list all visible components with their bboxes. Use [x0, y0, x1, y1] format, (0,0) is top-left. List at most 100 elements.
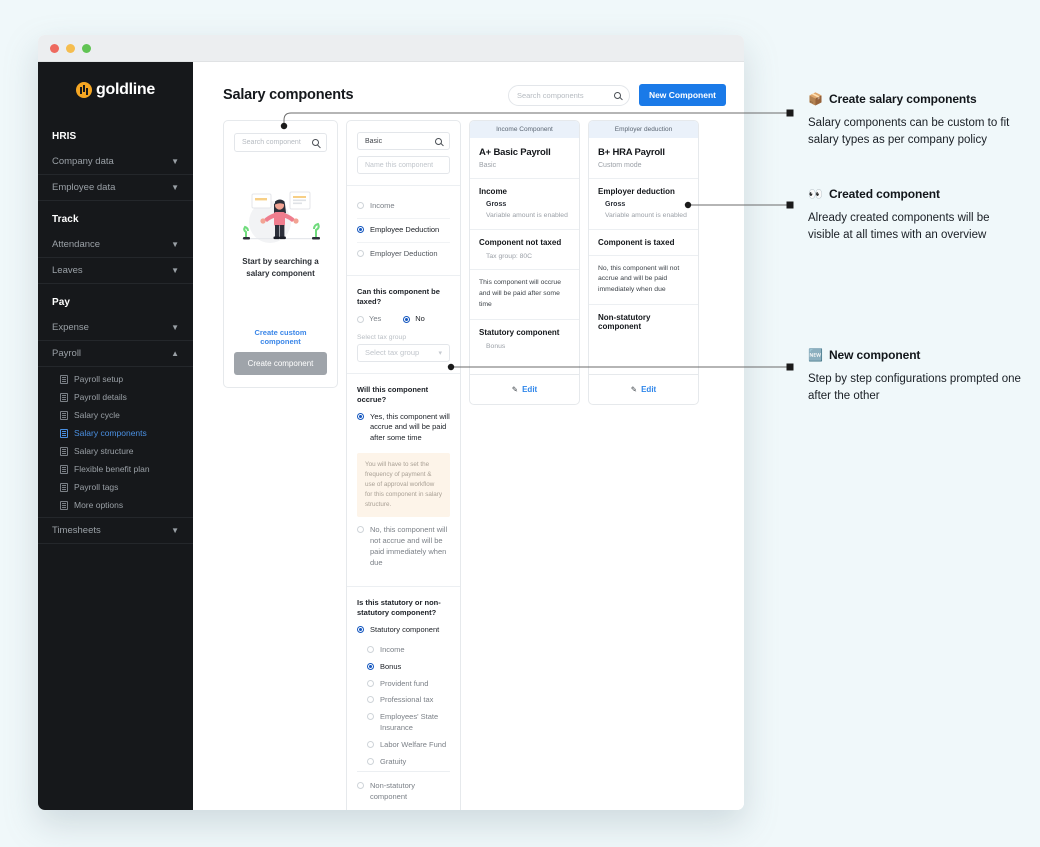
connector-square-3 [786, 363, 794, 371]
close-window-button[interactable] [50, 43, 59, 53]
radio-label: Non-statutory component [370, 780, 416, 801]
radio-icon [367, 645, 374, 653]
document-icon [60, 482, 68, 492]
maximize-window-button[interactable] [82, 43, 91, 53]
radio-icon [367, 696, 374, 704]
chevron-up-icon: ▲ [171, 349, 179, 358]
radio-icon [357, 249, 364, 257]
radio-label: Labor Welfare Fund [380, 740, 447, 750]
search-icon [312, 139, 319, 146]
search-components-input[interactable]: Search components [507, 84, 630, 106]
radio-statutory-component[interactable]: Statutory component [357, 625, 450, 642]
sidebar-item-attendance[interactable]: Attendance ▼ [38, 232, 193, 258]
tax-group-label: Select tax group [357, 333, 407, 341]
sidebar-item-expense[interactable]: Expense ▼ [38, 315, 193, 341]
accrue-question-label: Will this component occrue? [357, 384, 429, 405]
radio-tax-yes[interactable]: Yes [357, 314, 381, 325]
annotation-header: 📦 Create salary components [808, 92, 1023, 106]
radio-label: No, this component will not accrue and w… [370, 525, 448, 568]
radio-statutory-professional-tax[interactable]: Professional tax [367, 692, 450, 709]
chevron-down-icon: ▼ [171, 266, 179, 275]
radio-statutory-income[interactable]: Income [367, 642, 450, 659]
new-badge-icon: 🆕 [808, 348, 823, 362]
sidebar-item-salary-components[interactable]: Salary components [38, 424, 193, 442]
screenshot-root: goldline HRIS Company data ▼ Employee da… [0, 0, 1040, 847]
statutory-section: Statutory component Bonus [470, 320, 579, 360]
annotation-body: Salary components can be custom to fit s… [808, 117, 1010, 147]
sidebar-item-leaves[interactable]: Leaves ▼ [38, 258, 193, 284]
radio-statutory-provident-fund[interactable]: Provident fund [367, 676, 450, 693]
brand-logo[interactable]: goldline [38, 62, 193, 118]
deduction-section: Employer deduction Gross Variable amount… [589, 179, 698, 230]
section-text: No, this component will not accrue and w… [598, 264, 680, 294]
section-heading: Employer deduction [598, 187, 675, 196]
radio-statutory-labor-welfare-fund[interactable]: Labor Welfare Fund [367, 737, 450, 754]
sidebar-item-label: Flexible benefit plan [74, 464, 150, 474]
annotation-title: New component [828, 348, 921, 362]
sidebar-item-label: Company data [52, 156, 114, 167]
sidebar-item-payroll-setup[interactable]: Payroll setup [38, 370, 193, 388]
radio-label: Statutory component [370, 624, 440, 634]
minimize-window-button[interactable] [66, 43, 75, 53]
new-component-button[interactable]: New Component [638, 84, 726, 106]
components-card-row: Search component Start by searching a sa… [223, 120, 699, 810]
annotation-title: Created component [828, 187, 940, 201]
edit-income-component-button[interactable]: ✎ Edit [470, 374, 579, 404]
radio-income[interactable]: Income [357, 195, 450, 218]
create-component-button-disabled[interactable]: Create component [234, 352, 327, 375]
detail-text: Tax group: 80C [486, 252, 533, 260]
sidebar-item-timesheets[interactable]: Timesheets ▼ [38, 517, 193, 544]
sidebar-item-payroll[interactable]: Payroll ▲ [38, 341, 193, 367]
radio-accrue-no[interactable]: No, this component will not accrue and w… [357, 519, 450, 575]
document-icon [60, 428, 68, 438]
radio-employee-deduction[interactable]: Employee Deduction [357, 217, 450, 242]
component-search-input[interactable]: Search component [234, 133, 327, 152]
income-component-card: Income Component A+ Basic Payroll Basic … [469, 120, 580, 405]
goldline-logo-icon [76, 82, 93, 98]
sidebar-item-company-data[interactable]: Company data ▼ [38, 149, 193, 175]
chevron-down-icon: ▾ [438, 349, 442, 357]
radio-non-statutory-component[interactable]: Non-statutory component [357, 779, 450, 805]
sidebar-item-payroll-tags[interactable]: Payroll tags [38, 478, 193, 496]
tax-answer-group: Yes No [357, 314, 450, 325]
radio-accrue-yes[interactable]: Yes, this component will accrue and will… [357, 412, 450, 451]
search-placeholder: Search components [516, 90, 584, 100]
annotation-new-component: 🆕 New component Step by step configurati… [808, 348, 1023, 406]
annotation-title: Create salary components [828, 92, 977, 106]
accrue-note: You will have to set the frequency of pa… [357, 453, 450, 518]
card-heading: A+ Basic Payroll Basic [470, 138, 579, 179]
search-placeholder: Search component [242, 139, 301, 146]
sidebar-item-more-options[interactable]: More options [38, 496, 193, 514]
sidebar-item-label: Attendance [52, 239, 101, 250]
chevron-down-icon: ▼ [171, 526, 179, 535]
radio-employer-deduction[interactable]: Employer Deduction [357, 241, 450, 266]
pencil-icon: ✎ [511, 385, 519, 394]
radio-statutory-esi[interactable]: Employees' State Insurance [367, 709, 450, 737]
radio-tax-no[interactable]: No [403, 314, 425, 325]
form-statutory-block: Is this statutory or non-statutory compo… [347, 587, 460, 810]
sidebar-item-label: Leaves [52, 265, 83, 276]
edit-employer-component-button[interactable]: ✎ Edit [589, 374, 698, 404]
sidebar-item-payroll-details[interactable]: Payroll details [38, 388, 193, 406]
document-icon [60, 464, 68, 474]
sidebar-item-employee-data[interactable]: Employee data ▼ [38, 175, 193, 201]
radio-statutory-gratuity[interactable]: Gratuity [367, 754, 450, 771]
window-titlebar [38, 35, 744, 62]
section-detail: Gross Variable amount is enabled [479, 201, 570, 221]
radio-statutory-bonus[interactable]: Bonus [367, 659, 450, 676]
sidebar-item-salary-structure[interactable]: Salary structure [38, 442, 193, 460]
component-type-search-input[interactable]: Basic [357, 132, 450, 150]
component-subtitle: Custom mode [598, 162, 642, 169]
radio-icon [367, 757, 374, 765]
browser-window: goldline HRIS Company data ▼ Employee da… [38, 35, 744, 810]
sidebar-item-flexible-benefit-plan[interactable]: Flexible benefit plan [38, 460, 193, 478]
section-heading: Income [479, 187, 508, 196]
component-name-input[interactable]: Name this component [357, 156, 450, 174]
annotation-body: Already created components will be visib… [808, 212, 990, 242]
create-custom-component-link[interactable]: Create custom component [234, 328, 327, 346]
chevron-down-icon: ▼ [171, 240, 179, 249]
tax-group-select[interactable]: Select tax group ▾ [357, 343, 450, 362]
annotation-header: 🆕 New component [808, 348, 1023, 362]
sidebar-item-label: More options [74, 500, 124, 510]
sidebar-item-salary-cycle[interactable]: Salary cycle [38, 406, 193, 424]
